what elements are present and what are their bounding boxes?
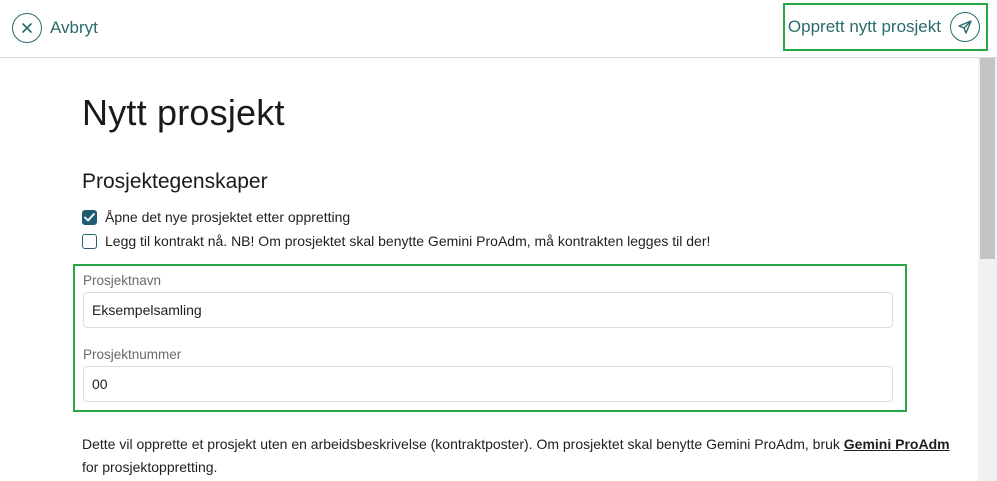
option-open-project[interactable]: Åpne det nye prosjektet etter oppretting <box>82 209 350 225</box>
cancel-button[interactable]: Avbryt <box>12 13 98 43</box>
create-project-label: Opprett nytt prosjekt <box>787 17 941 36</box>
project-number-label: Prosjektnummer <box>83 347 182 362</box>
open-project-checkbox[interactable] <box>82 209 97 225</box>
open-project-label: Åpne det nye prosjektet etter oppretting <box>105 209 351 225</box>
project-fields-group: Prosjektnavn Prosjektnummer <box>73 264 907 412</box>
close-icon <box>12 13 42 43</box>
project-name-label: Prosjektnavn <box>83 273 162 288</box>
info-text-after: for prosjektoppretting. <box>82 459 218 475</box>
gemini-proadm-link[interactable]: Gemini ProAdm <box>844 436 950 452</box>
create-project-button[interactable]: Opprett nytt prosjekt <box>783 3 988 51</box>
project-number-input[interactable] <box>83 366 893 402</box>
add-contract-checkbox[interactable] <box>82 233 97 249</box>
scrollbar-thumb[interactable] <box>980 58 995 259</box>
info-text-before: Dette vil opprette et prosjekt uten en a… <box>82 436 844 452</box>
top-bar: Avbryt Opprett nytt prosjekt <box>0 0 997 58</box>
page-title: Nytt prosjekt <box>82 92 285 133</box>
add-contract-label: Legg til kontrakt nå. NB! Om prosjektet … <box>105 233 711 249</box>
checkmark-icon <box>84 212 95 221</box>
section-title: Prosjektegenskaper <box>82 170 268 193</box>
vertical-scrollbar[interactable] <box>978 58 997 481</box>
send-icon <box>950 12 980 42</box>
option-add-contract[interactable]: Legg til kontrakt nå. NB! Om prosjektet … <box>82 233 710 249</box>
project-name-input[interactable] <box>83 292 893 328</box>
cancel-label: Avbryt <box>50 18 98 37</box>
info-text: Dette vil opprette et prosjekt uten en a… <box>82 433 962 479</box>
